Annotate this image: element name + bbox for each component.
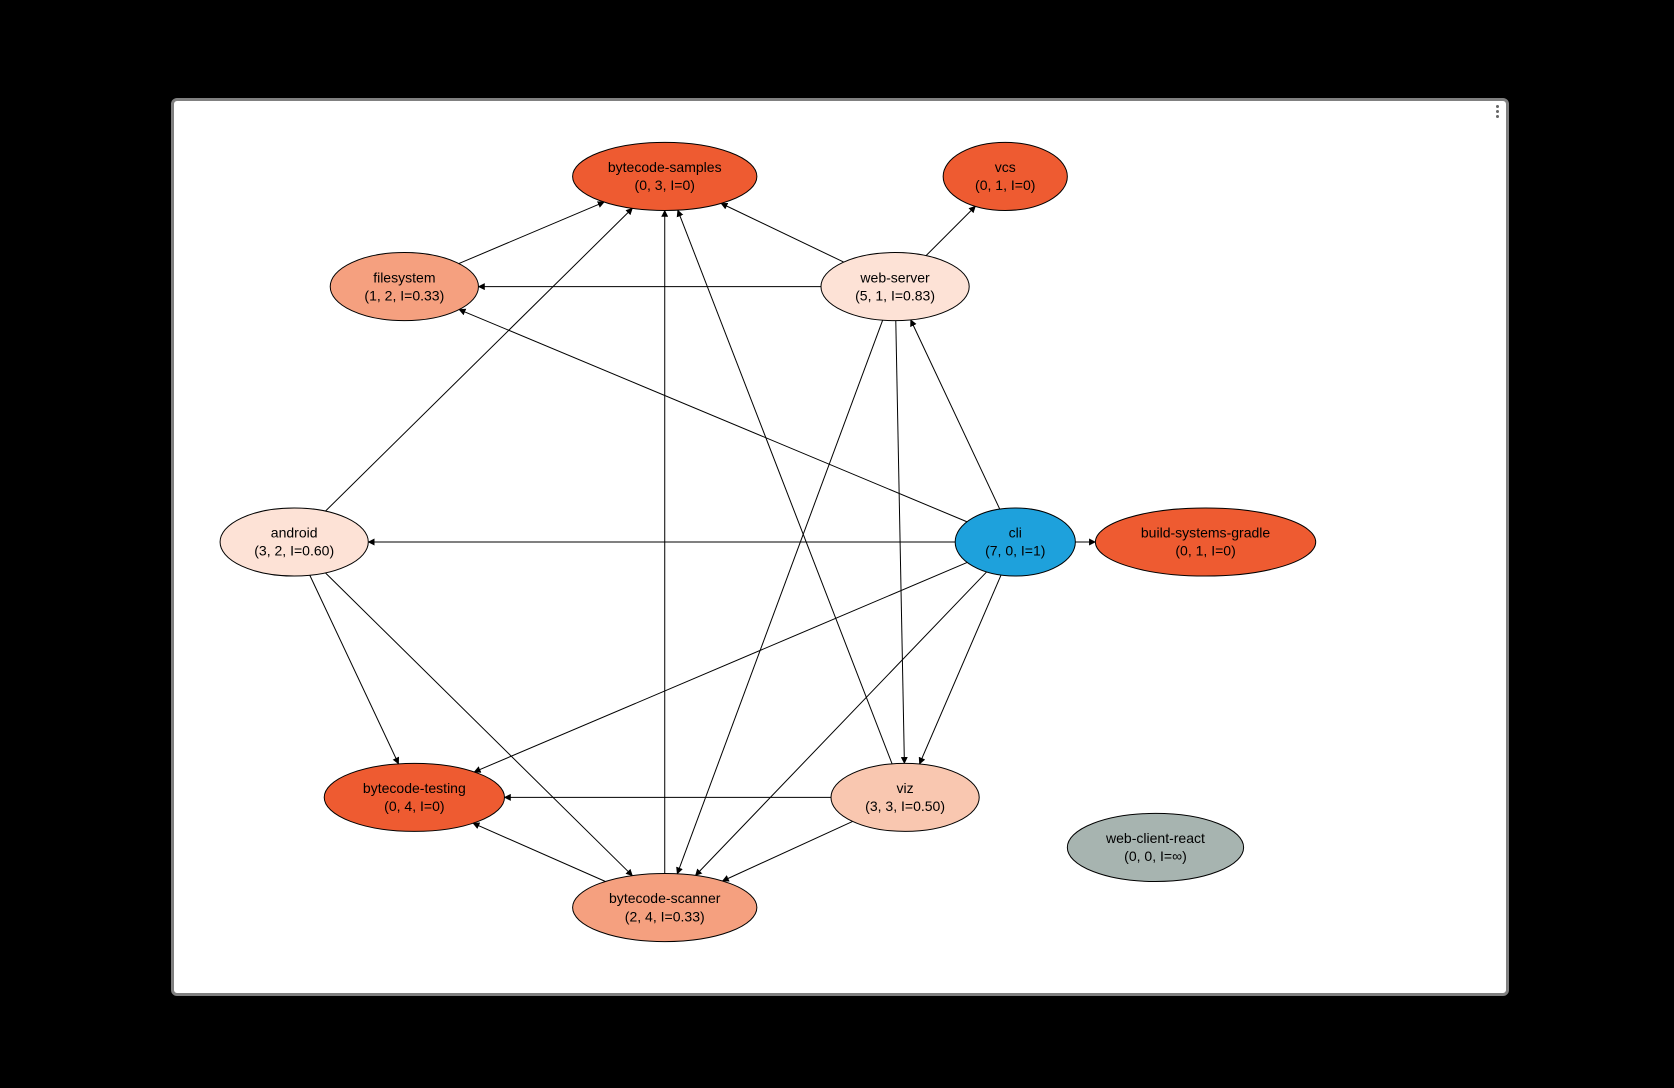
edge-bytecode_scanner-bytecode_testing	[473, 823, 605, 881]
node-metrics: (0, 4, I=0)	[384, 798, 444, 814]
node-label: cli	[1009, 525, 1022, 541]
node-label: web-server	[859, 269, 930, 285]
node-bytecode_testing: bytecode-testing (0, 4, I=0)	[324, 763, 504, 831]
node-label: bytecode-samples	[608, 159, 722, 175]
edge-cli-viz	[920, 575, 1002, 764]
node-metrics: (0, 1, I=0)	[1175, 543, 1235, 559]
edge-android-bytecode_testing	[310, 575, 399, 764]
node-viz: viz (3, 3, I=0.50)	[831, 763, 979, 831]
node-metrics: (2, 4, I=0.33)	[625, 908, 705, 924]
edge-cli-bytecode_scanner	[695, 572, 986, 876]
node-label: bytecode-testing	[363, 780, 466, 796]
node-label: bytecode-scanner	[609, 890, 721, 906]
node-web_server: web-server (5, 1, I=0.83)	[821, 253, 969, 321]
node-label: vcs	[995, 159, 1016, 175]
edge-cli-bytecode_testing	[474, 562, 967, 772]
node-bytecode_samples: bytecode-samples (0, 3, I=0)	[573, 142, 757, 210]
node-bytecode_scanner: bytecode-scanner (2, 4, I=0.33)	[573, 873, 757, 941]
scrollbar-dots-icon	[1496, 105, 1504, 118]
edge-filesystem-bytecode_samples	[459, 202, 604, 263]
diagram-frame: bytecode-samples (0, 3, I=0) vcs (0, 1, I=0…	[157, 84, 1517, 1004]
edge-web_server-vcs	[926, 206, 975, 255]
edge-web_server-bytecode_samples	[721, 203, 844, 262]
edge-android-bytecode_samples	[325, 208, 632, 511]
node-metrics: (3, 3, I=0.50)	[865, 798, 945, 814]
dependency-graph: bytecode-samples (0, 3, I=0) vcs (0, 1, I=0…	[174, 101, 1506, 993]
node-web_client_react: web-client-react (0, 0, I=∞)	[1067, 813, 1243, 881]
node-metrics: (3, 2, I=0.60)	[254, 543, 334, 559]
node-label: viz	[897, 780, 914, 796]
node-label: android	[271, 525, 318, 541]
node-label: filesystem	[373, 269, 435, 285]
diagram-canvas: bytecode-samples (0, 3, I=0) vcs (0, 1, I=0…	[171, 98, 1509, 996]
node-build_gradle: build-systems-gradle (0, 1, I=0)	[1095, 508, 1315, 576]
node-metrics: (0, 3, I=0)	[635, 177, 695, 193]
node-label: web-client-react	[1105, 830, 1205, 846]
node-metrics: (0, 1, I=0)	[975, 177, 1035, 193]
edge-cli-web_server	[911, 320, 1000, 509]
node-metrics: (5, 1, I=0.83)	[855, 287, 935, 303]
node-metrics: (7, 0, I=1)	[985, 543, 1045, 559]
edge-viz-bytecode_scanner	[723, 821, 853, 881]
node-metrics: (0, 0, I=∞)	[1124, 848, 1187, 864]
node-metrics: (1, 2, I=0.33)	[364, 287, 444, 303]
node-android: android (3, 2, I=0.60)	[220, 508, 368, 576]
node-cli: cli (7, 0, I=1)	[955, 508, 1075, 576]
node-label: build-systems-gradle	[1141, 525, 1271, 541]
node-filesystem: filesystem (1, 2, I=0.33)	[330, 253, 478, 321]
node-vcs: vcs (0, 1, I=0)	[943, 142, 1067, 210]
edge-cli-filesystem	[459, 310, 967, 522]
